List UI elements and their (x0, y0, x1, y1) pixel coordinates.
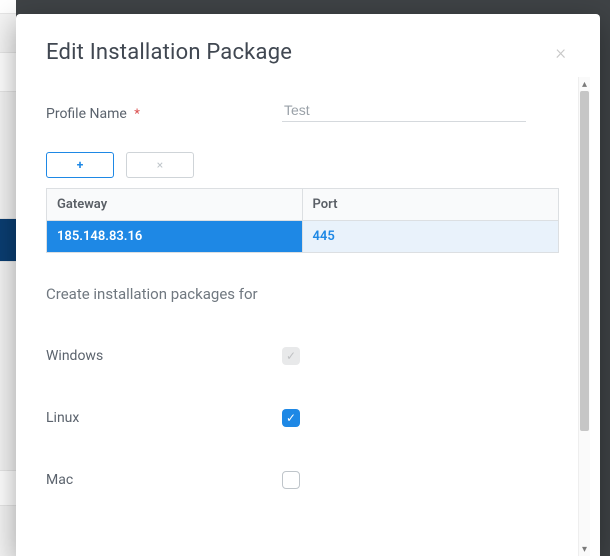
check-icon: ✓ (286, 349, 296, 363)
check-icon: ✓ (286, 411, 296, 425)
modal-body: Profile Name * + × Gateway Port (46, 77, 578, 556)
cell-port[interactable]: 445 (303, 221, 559, 252)
gateway-table: Gateway Port 185.148.83.16 445 (46, 188, 559, 253)
package-row-windows: Windows ✓ (46, 347, 564, 365)
windows-checkbox: ✓ (282, 347, 300, 365)
windows-label: Windows (46, 348, 282, 364)
add-gateway-button[interactable]: + (46, 152, 114, 178)
profile-name-row: Profile Name * (46, 99, 564, 122)
packages-section-title: Create installation packages for (46, 285, 564, 303)
plus-icon: + (77, 158, 84, 172)
package-row-mac: Mac (46, 471, 564, 489)
required-marker: * (134, 107, 140, 122)
cell-gateway[interactable]: 185.148.83.16 (47, 221, 303, 252)
remove-icon: × (157, 158, 163, 172)
background-strip (0, 0, 16, 556)
package-row-linux: Linux ✓ (46, 409, 564, 427)
remove-gateway-button[interactable]: × (126, 152, 194, 178)
linux-label: Linux (46, 410, 282, 426)
modal-header: Edit Installation Package × (16, 14, 600, 77)
scroll-thumb[interactable] (580, 91, 589, 431)
mac-checkbox[interactable] (282, 471, 300, 489)
profile-name-label: Profile Name * (46, 106, 174, 122)
vertical-scrollbar[interactable]: ▴ ▾ (578, 77, 590, 556)
mac-label: Mac (46, 472, 282, 488)
gateway-toolbar: + × (46, 152, 564, 178)
edit-installation-package-modal: Edit Installation Package × Profile Name… (16, 14, 600, 556)
scroll-down-icon[interactable]: ▾ (579, 542, 590, 556)
table-header: Gateway Port (47, 189, 558, 221)
close-icon[interactable]: × (552, 40, 570, 64)
col-header-gateway[interactable]: Gateway (47, 189, 303, 221)
linux-checkbox[interactable]: ✓ (282, 409, 300, 427)
profile-name-input[interactable] (282, 99, 526, 122)
col-header-port[interactable]: Port (303, 189, 559, 221)
scroll-up-icon[interactable]: ▴ (579, 77, 590, 91)
table-row[interactable]: 185.148.83.16 445 (47, 221, 558, 252)
modal-title: Edit Installation Package (46, 40, 292, 65)
profile-name-label-text: Profile Name (46, 106, 127, 122)
